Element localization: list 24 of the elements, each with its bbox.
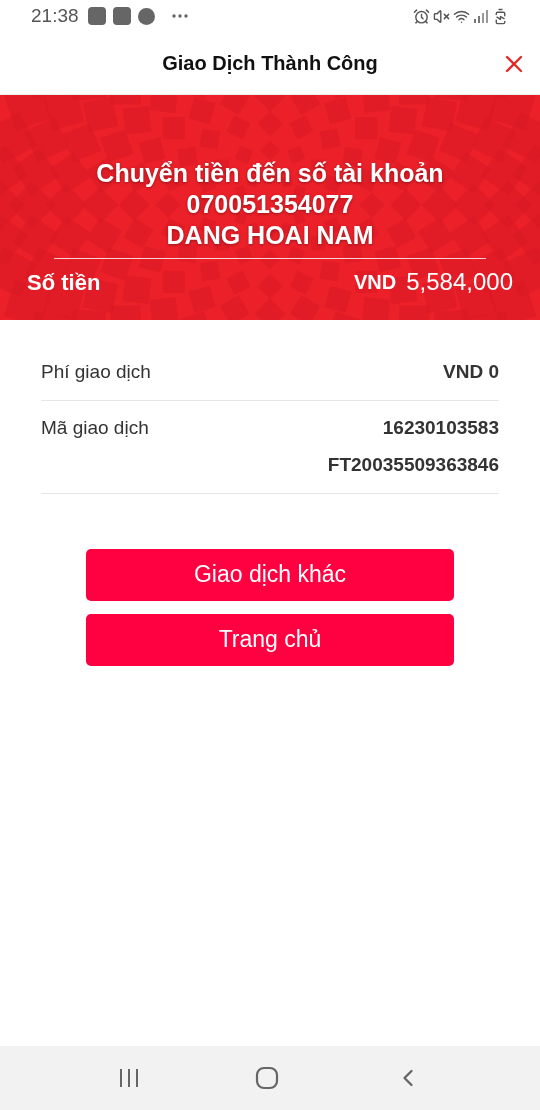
detail-label: Mã giao dịch xyxy=(41,415,149,440)
detail-value: VND 0 xyxy=(443,360,499,384)
amount-value: 5,584,000 xyxy=(406,267,513,297)
app-icon xyxy=(112,7,131,25)
mute-icon xyxy=(433,7,450,25)
detail-value: 16230103583 xyxy=(382,415,499,440)
app-icon xyxy=(137,7,155,25)
recent-apps-icon[interactable] xyxy=(117,1068,140,1088)
home-icon[interactable] xyxy=(255,1066,279,1090)
amount-label: Số tiền xyxy=(27,268,101,297)
transfer-text: 070051354077 xyxy=(186,189,354,220)
currency-label: VND xyxy=(354,270,397,295)
detail-value: FT20035509363846 xyxy=(327,453,499,477)
app-icon xyxy=(87,7,106,25)
alarm-icon xyxy=(413,7,430,25)
status-time: 21:38 xyxy=(31,3,79,28)
transfer-text: DANG HOAI NAM xyxy=(166,220,374,251)
action-button[interactable]: Giao dịch khác xyxy=(86,548,454,601)
action-button[interactable]: Trang chủ xyxy=(86,613,454,666)
page-title: Giao Dịch Thành Công xyxy=(162,51,378,76)
signal-icon xyxy=(473,8,489,24)
detail-label: Phí giao dịch xyxy=(41,360,151,384)
transfer-text: Chuyển tiền đến số tài khoản xyxy=(96,158,444,189)
more-icon xyxy=(171,14,188,18)
